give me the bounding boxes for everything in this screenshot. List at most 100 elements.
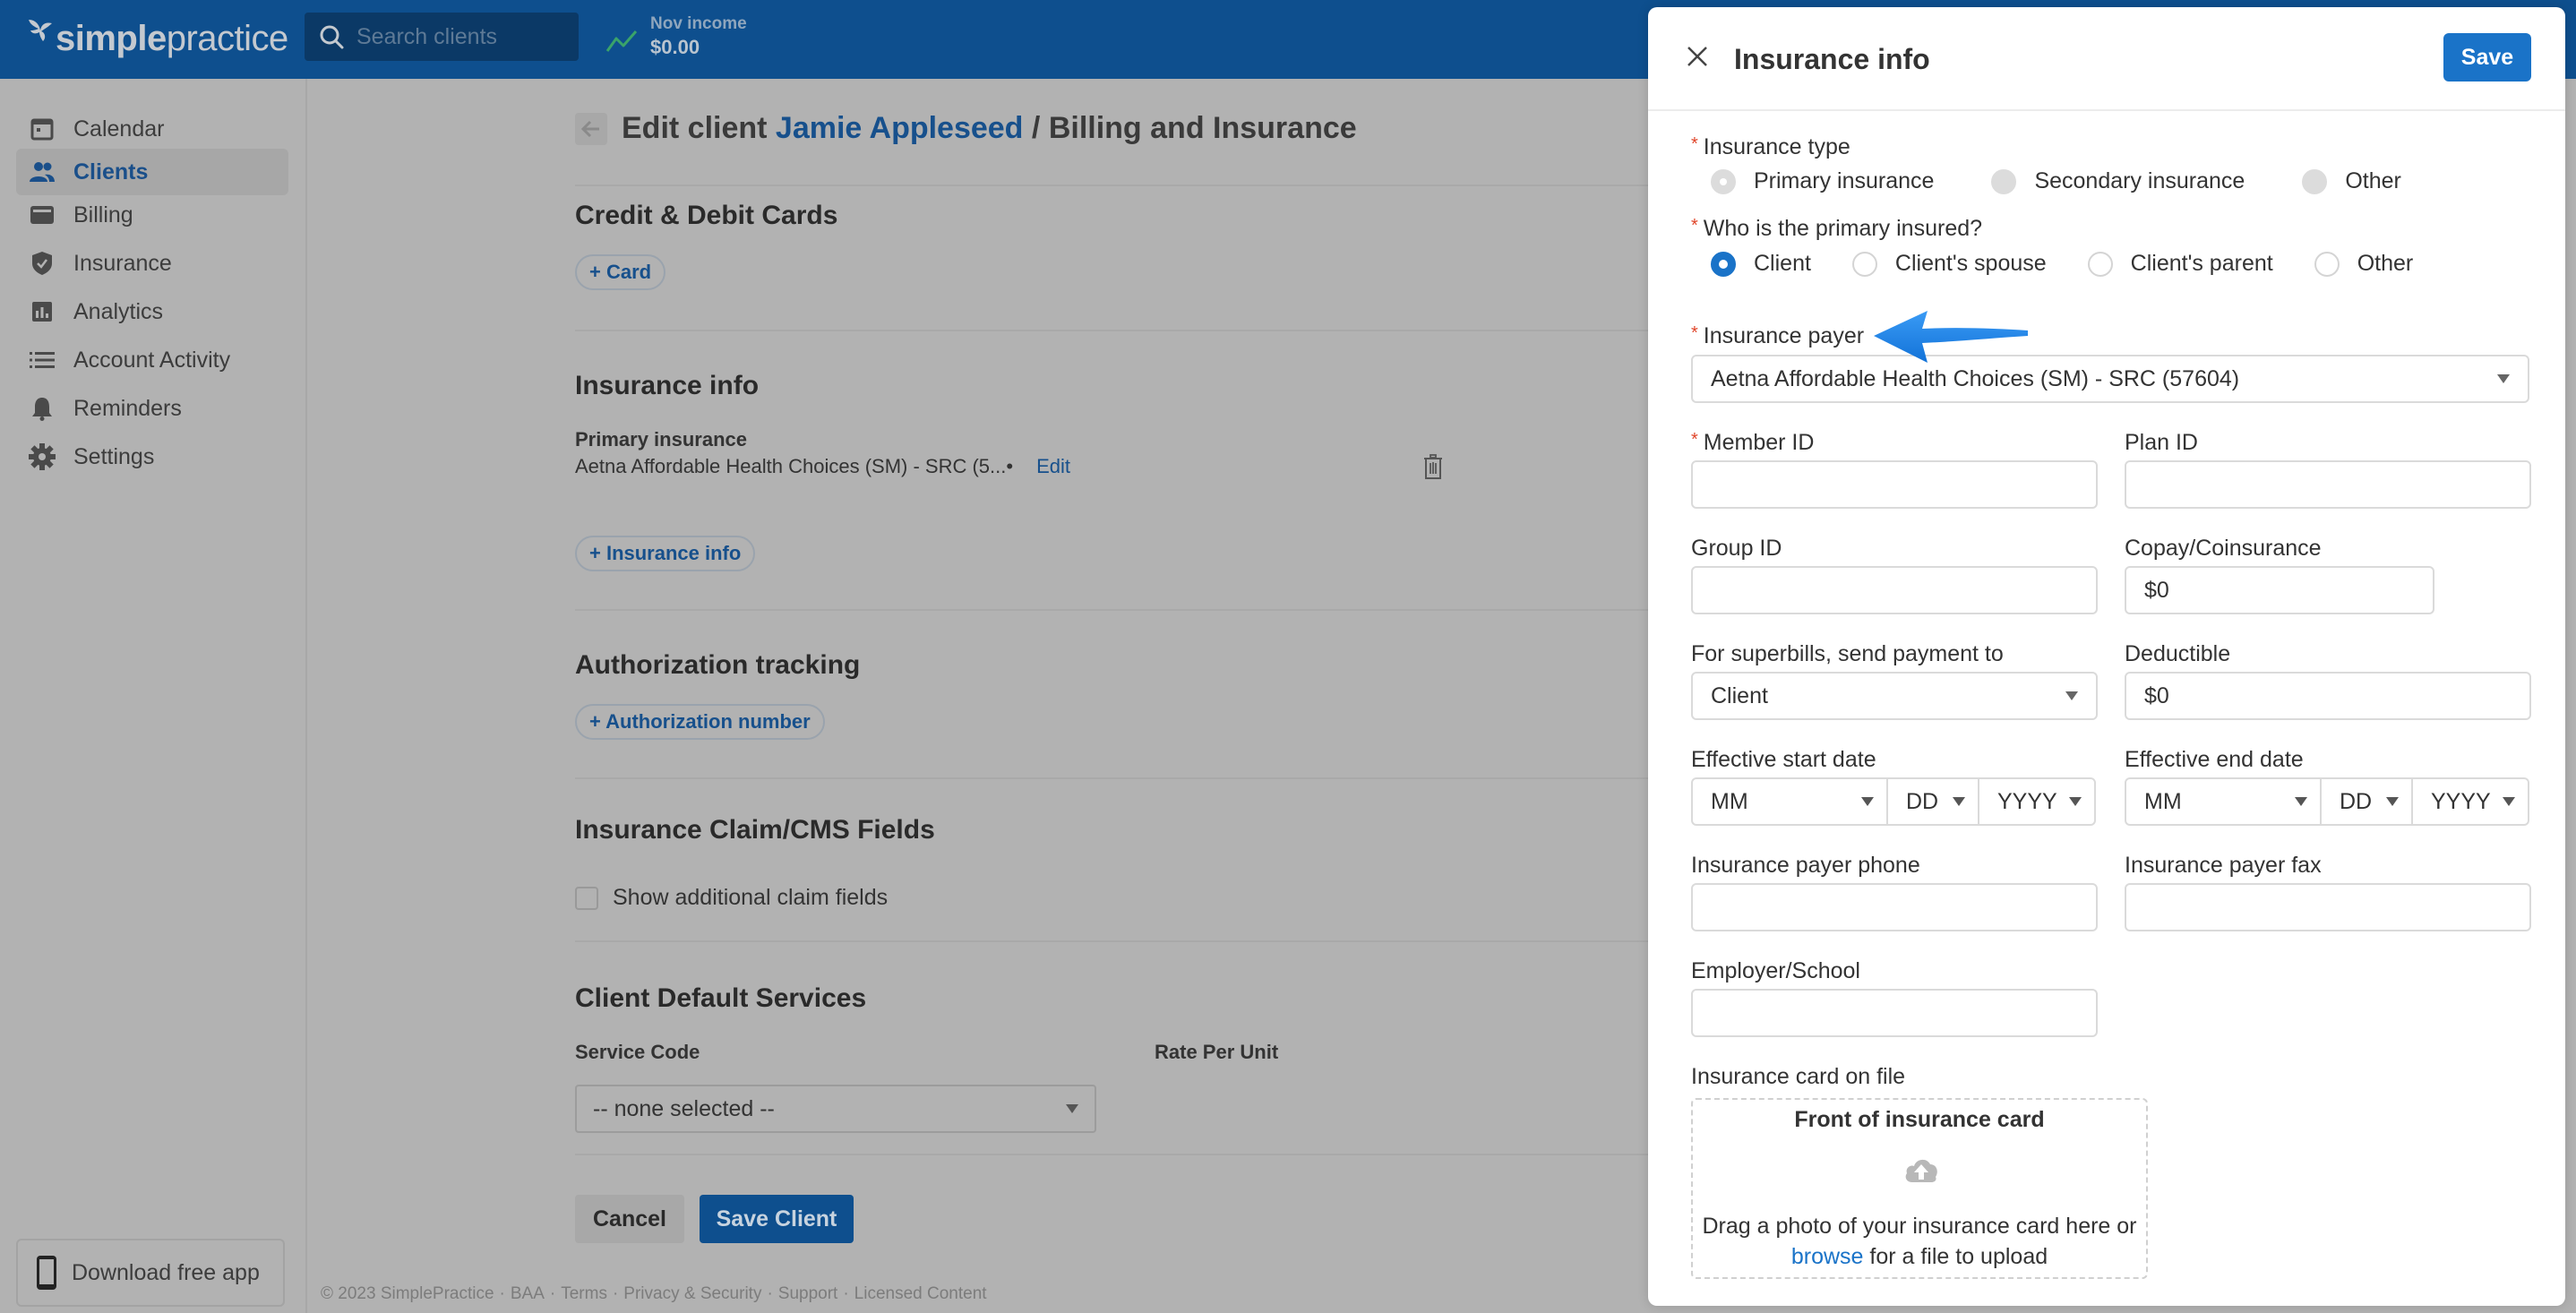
effective-end-date: MM DD YYYY bbox=[2125, 777, 2529, 826]
radio-button[interactable] bbox=[1711, 251, 1736, 277]
payer-fax-input[interactable] bbox=[2125, 883, 2531, 931]
radio-other-insurance[interactable]: Other bbox=[2302, 168, 2401, 194]
radio-button[interactable] bbox=[2302, 168, 2328, 194]
footer-sep: · bbox=[499, 1284, 505, 1303]
save-client-button[interactable]: Save Client bbox=[700, 1195, 854, 1243]
cancel-button[interactable]: Cancel bbox=[575, 1195, 684, 1243]
service-code-header: Service Code bbox=[575, 1041, 700, 1063]
chevron-down-icon bbox=[1953, 797, 1965, 806]
radio-button[interactable] bbox=[1851, 251, 1877, 277]
employer-input[interactable] bbox=[1691, 989, 2098, 1037]
copay-input[interactable] bbox=[2125, 566, 2434, 614]
group-id-input[interactable] bbox=[1691, 566, 2098, 614]
sidebar-item-account-activity[interactable]: Account Activity bbox=[16, 337, 288, 383]
credit-card-icon bbox=[29, 202, 56, 228]
superbills-payment-select[interactable]: Client bbox=[1691, 672, 2098, 720]
month-value: MM bbox=[1711, 788, 1748, 814]
back-button[interactable] bbox=[575, 112, 607, 145]
phone-icon bbox=[37, 1256, 56, 1290]
service-code-select[interactable]: -- none selected -- bbox=[575, 1085, 1096, 1133]
start-year-select[interactable]: YYYY bbox=[1979, 779, 2094, 824]
radio-primary-insurance[interactable]: Primary insurance bbox=[1711, 168, 1934, 194]
sidebar-item-insurance[interactable]: Insurance bbox=[16, 240, 288, 287]
payer-phone-label: Insurance payer phone bbox=[1691, 853, 1920, 878]
start-month-select[interactable]: MM bbox=[1693, 779, 1888, 824]
deductible-input[interactable] bbox=[2125, 672, 2531, 720]
end-day-select[interactable]: DD bbox=[2322, 779, 2413, 824]
sidebar-item-reminders[interactable]: Reminders bbox=[16, 385, 288, 432]
drawer-header: Insurance info Save bbox=[1648, 7, 2565, 111]
radio-other-insured[interactable]: Other bbox=[2314, 251, 2413, 277]
sidebar-item-billing[interactable]: Billing bbox=[16, 192, 288, 238]
payer-phone-input[interactable] bbox=[1691, 883, 2098, 931]
end-year-select[interactable]: YYYY bbox=[2413, 779, 2528, 824]
insurance-payer-select[interactable]: Aetna Affordable Health Choices (SM) - S… bbox=[1691, 355, 2529, 403]
show-claim-fields-row[interactable]: Show additional claim fields bbox=[575, 885, 888, 911]
footer-copyright: © 2023 SimplePractice bbox=[321, 1284, 494, 1303]
sidebar-item-label: Reminders bbox=[73, 395, 182, 421]
group-id-label: Group ID bbox=[1691, 536, 1782, 561]
annotation-arrow-icon bbox=[1874, 311, 2028, 363]
copay-label: Copay/Coinsurance bbox=[2125, 536, 2322, 561]
plan-id-label: Plan ID bbox=[2125, 430, 2198, 455]
start-day-select[interactable]: DD bbox=[1888, 779, 1979, 824]
income-widget[interactable]: Nov income $0.00 bbox=[605, 13, 747, 59]
download-app-button[interactable]: Download free app bbox=[16, 1239, 285, 1307]
bell-icon bbox=[29, 395, 56, 422]
radio-clients-parent[interactable]: Client's parent bbox=[2087, 251, 2273, 277]
radio-button[interactable] bbox=[2314, 251, 2340, 277]
sidebar-item-settings[interactable]: Settings bbox=[16, 433, 288, 480]
label-text: Insurance payer bbox=[1703, 323, 1865, 348]
sidebar-item-analytics[interactable]: Analytics bbox=[16, 288, 288, 335]
show-claim-fields-checkbox[interactable] bbox=[575, 886, 598, 910]
radio-button[interactable] bbox=[1711, 168, 1736, 194]
simplepractice-logo[interactable]: simple practice bbox=[27, 14, 288, 59]
member-id-input[interactable] bbox=[1691, 460, 2098, 509]
footer-link-baa[interactable]: BAA bbox=[511, 1284, 545, 1304]
footer-link-privacy[interactable]: Privacy & Security bbox=[623, 1284, 761, 1304]
required-marker: * bbox=[1691, 134, 1698, 154]
browse-link[interactable]: browse bbox=[1791, 1244, 1864, 1269]
required-marker: * bbox=[1691, 430, 1698, 450]
insurance-card-dropzone[interactable]: Front of insurance card Drag a photo of … bbox=[1691, 1098, 2148, 1279]
trend-up-icon bbox=[605, 30, 638, 52]
upload-text-after: for a file to upload bbox=[1869, 1244, 2048, 1269]
radio-clients-spouse[interactable]: Client's spouse bbox=[1851, 251, 2047, 277]
add-insurance-info-button[interactable]: + Insurance info bbox=[575, 536, 756, 571]
client-name-link[interactable]: Jamie Appleseed bbox=[776, 111, 1024, 145]
sidebar-item-clients[interactable]: Clients bbox=[16, 149, 288, 195]
radio-client[interactable]: Client bbox=[1711, 251, 1811, 277]
radio-button[interactable] bbox=[1991, 168, 2017, 194]
end-month-select[interactable]: MM bbox=[2126, 779, 2322, 824]
radio-secondary-insurance[interactable]: Secondary insurance bbox=[1991, 168, 2245, 194]
title-suffix: Billing and Insurance bbox=[1048, 111, 1357, 145]
trash-icon[interactable] bbox=[1420, 453, 1447, 480]
required-marker: * bbox=[1691, 323, 1698, 343]
chevron-down-icon bbox=[1861, 797, 1874, 806]
add-authorization-button[interactable]: + Authorization number bbox=[575, 704, 825, 740]
footer-link-licensed[interactable]: Licensed Content bbox=[854, 1284, 987, 1304]
download-app-label: Download free app bbox=[72, 1259, 260, 1285]
title-prefix: Edit client bbox=[622, 111, 768, 145]
radio-button[interactable] bbox=[2087, 251, 2113, 277]
primary-insurance-name: Aetna Affordable Health Choices (SM) - S… bbox=[575, 455, 1007, 477]
search-clients[interactable] bbox=[305, 13, 579, 61]
show-claim-fields-label: Show additional claim fields bbox=[613, 885, 889, 910]
logo-text-light: practice bbox=[166, 19, 289, 58]
add-card-button[interactable]: + Card bbox=[575, 254, 666, 290]
footer-sep: · bbox=[843, 1284, 849, 1303]
edit-insurance-link[interactable]: Edit bbox=[1036, 455, 1070, 478]
primary-insurance-label: Primary insurance bbox=[575, 428, 747, 451]
upload-text-before: Drag a photo of your insurance card here… bbox=[1702, 1214, 2137, 1239]
close-icon[interactable] bbox=[1684, 43, 1711, 70]
page-title: Edit client Jamie Appleseed / Billing an… bbox=[622, 111, 1357, 146]
payer-fax-label: Insurance payer fax bbox=[2125, 853, 2322, 878]
footer-link-terms[interactable]: Terms bbox=[561, 1284, 607, 1304]
footer-link-support[interactable]: Support bbox=[778, 1284, 838, 1304]
plan-id-input[interactable] bbox=[2125, 460, 2531, 509]
search-input[interactable] bbox=[356, 23, 562, 50]
save-button[interactable]: Save bbox=[2443, 33, 2531, 82]
service-code-value: -- none selected -- bbox=[593, 1095, 775, 1121]
superbills-label: For superbills, send payment to bbox=[1691, 641, 2004, 666]
sidebar-item-calendar[interactable]: Calendar bbox=[16, 106, 288, 152]
